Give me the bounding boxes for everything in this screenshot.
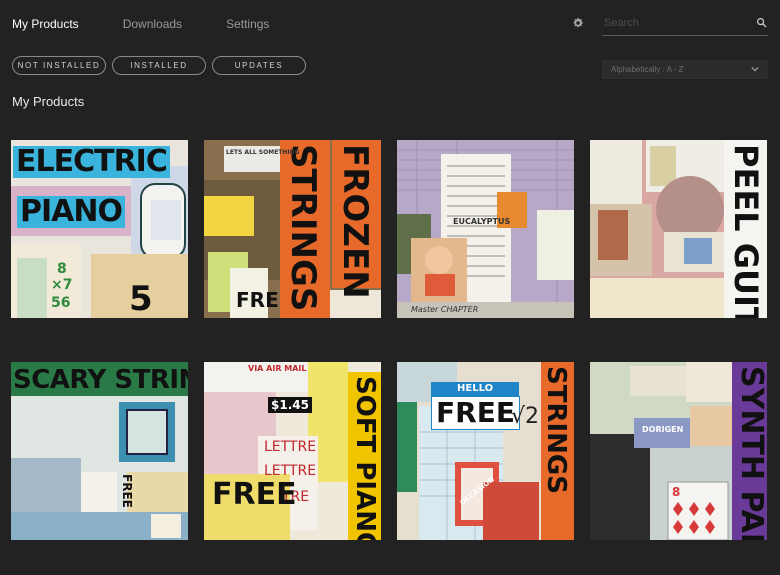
product-detail-1: 8 (57, 261, 67, 277)
product-title-line1: SOFT PIANO (350, 376, 380, 540)
product-title: SYNTH PADS (734, 366, 767, 540)
product-detail-1: FRE (236, 288, 279, 312)
search-input[interactable] (602, 13, 744, 33)
product-title-line2: PIANO (17, 196, 125, 228)
product-title: PEEL GUITAR (727, 144, 765, 318)
product-title-line1: EUCALYPTUS (453, 217, 511, 226)
product-detail-4: 5 (129, 279, 153, 318)
product-detail-1: 8 (672, 485, 681, 499)
tab-downloads[interactable]: Downloads (123, 17, 182, 31)
filter-bar: NOT INSTALLED INSTALLED UPDATES (12, 56, 312, 75)
section-title: My Products (12, 94, 85, 109)
product-tile-soft-piano[interactable]: VIA AIR MAIL $1.45 SOFT PIANO LETTRE LET… (204, 362, 381, 540)
gear-icon[interactable] (572, 17, 584, 29)
filter-installed-button[interactable]: INSTALLED (112, 56, 206, 75)
product-detail-3: LETTRE (264, 439, 317, 455)
filter-not-installed-button[interactable]: NOT INSTALLED (12, 56, 106, 75)
product-detail-1: VIA AIR MAIL (248, 364, 307, 373)
product-detail-4: LETTRE (264, 463, 317, 479)
product-detail-2: $1.45 (268, 397, 312, 413)
product-detail-1: HELLO (431, 382, 520, 396)
top-nav: My Products Downloads Settings (12, 17, 313, 31)
tab-my-products[interactable]: My Products (12, 17, 79, 31)
product-title-line2: FREE (431, 396, 520, 430)
product-detail-1: FREE (120, 474, 134, 508)
product-tile-frozen-strings[interactable]: STRINGS FROZEN FRE LETS ALL SOMETHING (204, 140, 381, 318)
product-tile-synth-pads[interactable]: SYNTH PADS 8 DORIGEN (590, 362, 767, 540)
sort-dropdown-value: Alphabetically : A - Z (611, 65, 684, 74)
product-detail-3: √2 (511, 404, 540, 429)
product-detail-2: LETS ALL SOMETHING (226, 149, 300, 156)
chevron-down-icon (751, 66, 759, 72)
product-detail-2: ×7 (51, 277, 73, 293)
filter-updates-button[interactable]: UPDATES (212, 56, 306, 75)
product-title-line1: ELECTRIC (13, 146, 170, 178)
product-detail-3: 56 (51, 295, 71, 311)
product-title: SCARY STRINGS (13, 365, 188, 395)
product-tile-eucalyptus[interactable]: EUCALYPTUS Master CHAPTER (397, 140, 574, 318)
product-tile-electric-piano[interactable]: ELECTRIC PIANO 8 ×7 56 5 (11, 140, 188, 318)
product-title-line2: FROZEN (335, 144, 375, 299)
tab-settings[interactable]: Settings (226, 17, 269, 31)
search-icon[interactable] (756, 17, 767, 28)
product-title-line1: STRINGS (283, 144, 323, 312)
product-title-line2: FREE (212, 477, 297, 512)
product-tile-strings[interactable]: HELLO FREE √2 STRINGS OCCASION (397, 362, 574, 540)
product-detail-2: DORIGEN (642, 425, 684, 434)
product-artwork (397, 140, 574, 318)
product-tile-peel-guitar[interactable]: PEEL GUITAR (590, 140, 767, 318)
search-box (602, 13, 768, 36)
product-title-line2: Master CHAPTER (411, 305, 479, 314)
sort-dropdown[interactable]: Alphabetically : A - Z (602, 60, 768, 79)
product-tile-scary-strings[interactable]: SCARY STRINGS FREE (11, 362, 188, 540)
product-title-line1: STRINGS (541, 366, 571, 494)
